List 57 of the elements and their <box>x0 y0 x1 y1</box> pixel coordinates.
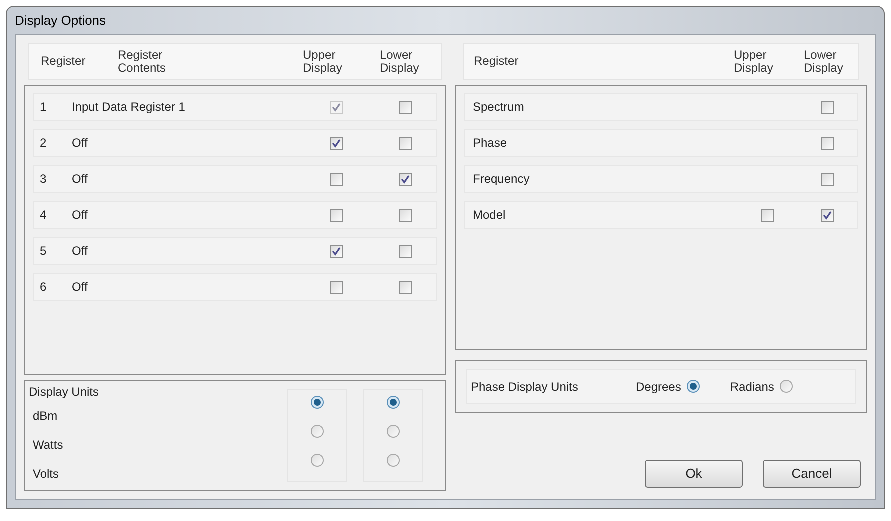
column-label: Register <box>40 55 87 68</box>
dialog-button[interactable]: Cancel <box>763 460 861 488</box>
register-contents: Input Data Register 1 <box>72 99 186 116</box>
radio-button[interactable] <box>310 425 324 438</box>
register-number: 4 <box>39 207 48 224</box>
checkbox[interactable] <box>330 172 342 186</box>
checkbox[interactable] <box>820 208 834 222</box>
column-label: Register Contents <box>116 48 167 74</box>
column-label: Upper Display <box>302 48 344 74</box>
radio-button[interactable] <box>386 396 400 409</box>
checkbox[interactable] <box>760 208 774 222</box>
radio-button[interactable] <box>780 380 794 393</box>
checkbox[interactable] <box>330 208 342 222</box>
register-contents: Off <box>72 171 89 188</box>
column-label: Upper Display <box>734 48 774 74</box>
phase-label: Phase Display Units <box>471 378 580 396</box>
checkbox[interactable] <box>330 280 342 294</box>
checkbox[interactable] <box>330 244 342 258</box>
signal-name: Spectrum <box>472 99 526 116</box>
register-number: 2 <box>39 135 48 152</box>
register-contents: Off <box>72 207 89 224</box>
option-label: Degrees <box>636 378 682 396</box>
checkbox[interactable] <box>820 136 834 150</box>
radio-button[interactable] <box>310 454 324 467</box>
checkbox[interactable] <box>820 172 834 186</box>
checkbox[interactable] <box>330 136 342 150</box>
signal-name: Model <box>472 207 507 224</box>
radio-button[interactable] <box>386 425 400 438</box>
checkbox[interactable] <box>398 208 412 222</box>
radio-button[interactable] <box>310 396 324 409</box>
column-label: Register <box>473 55 520 68</box>
group-title: Display Units <box>29 384 100 401</box>
window-title: Display Options <box>15 12 106 30</box>
register-contents: Off <box>72 243 89 260</box>
register-number: 5 <box>39 243 48 260</box>
register-number: 6 <box>39 279 48 296</box>
signal-name: Frequency <box>472 171 531 188</box>
register-contents: Off <box>72 279 89 296</box>
radio-button[interactable] <box>386 454 400 467</box>
checkbox[interactable] <box>398 280 412 294</box>
checkbox[interactable] <box>398 172 412 186</box>
unit-label: Watts <box>33 436 64 454</box>
register-number: 1 <box>39 99 48 116</box>
register-contents: Off <box>72 135 89 152</box>
checkbox[interactable] <box>820 100 834 114</box>
checkbox[interactable] <box>398 100 412 114</box>
signal-name: Phase <box>472 135 508 152</box>
checkbox[interactable] <box>398 136 412 150</box>
unit-label: Volts <box>33 466 60 482</box>
dialog-button[interactable]: Ok <box>645 460 743 488</box>
radio-button[interactable] <box>687 380 700 393</box>
checkbox[interactable] <box>398 244 412 258</box>
column-label: Lower Display <box>378 48 420 74</box>
unit-label: dBm <box>33 408 59 424</box>
column-label: Lower Display <box>804 48 844 74</box>
register-number: 3 <box>39 171 48 188</box>
option-label: Radians <box>730 378 774 396</box>
